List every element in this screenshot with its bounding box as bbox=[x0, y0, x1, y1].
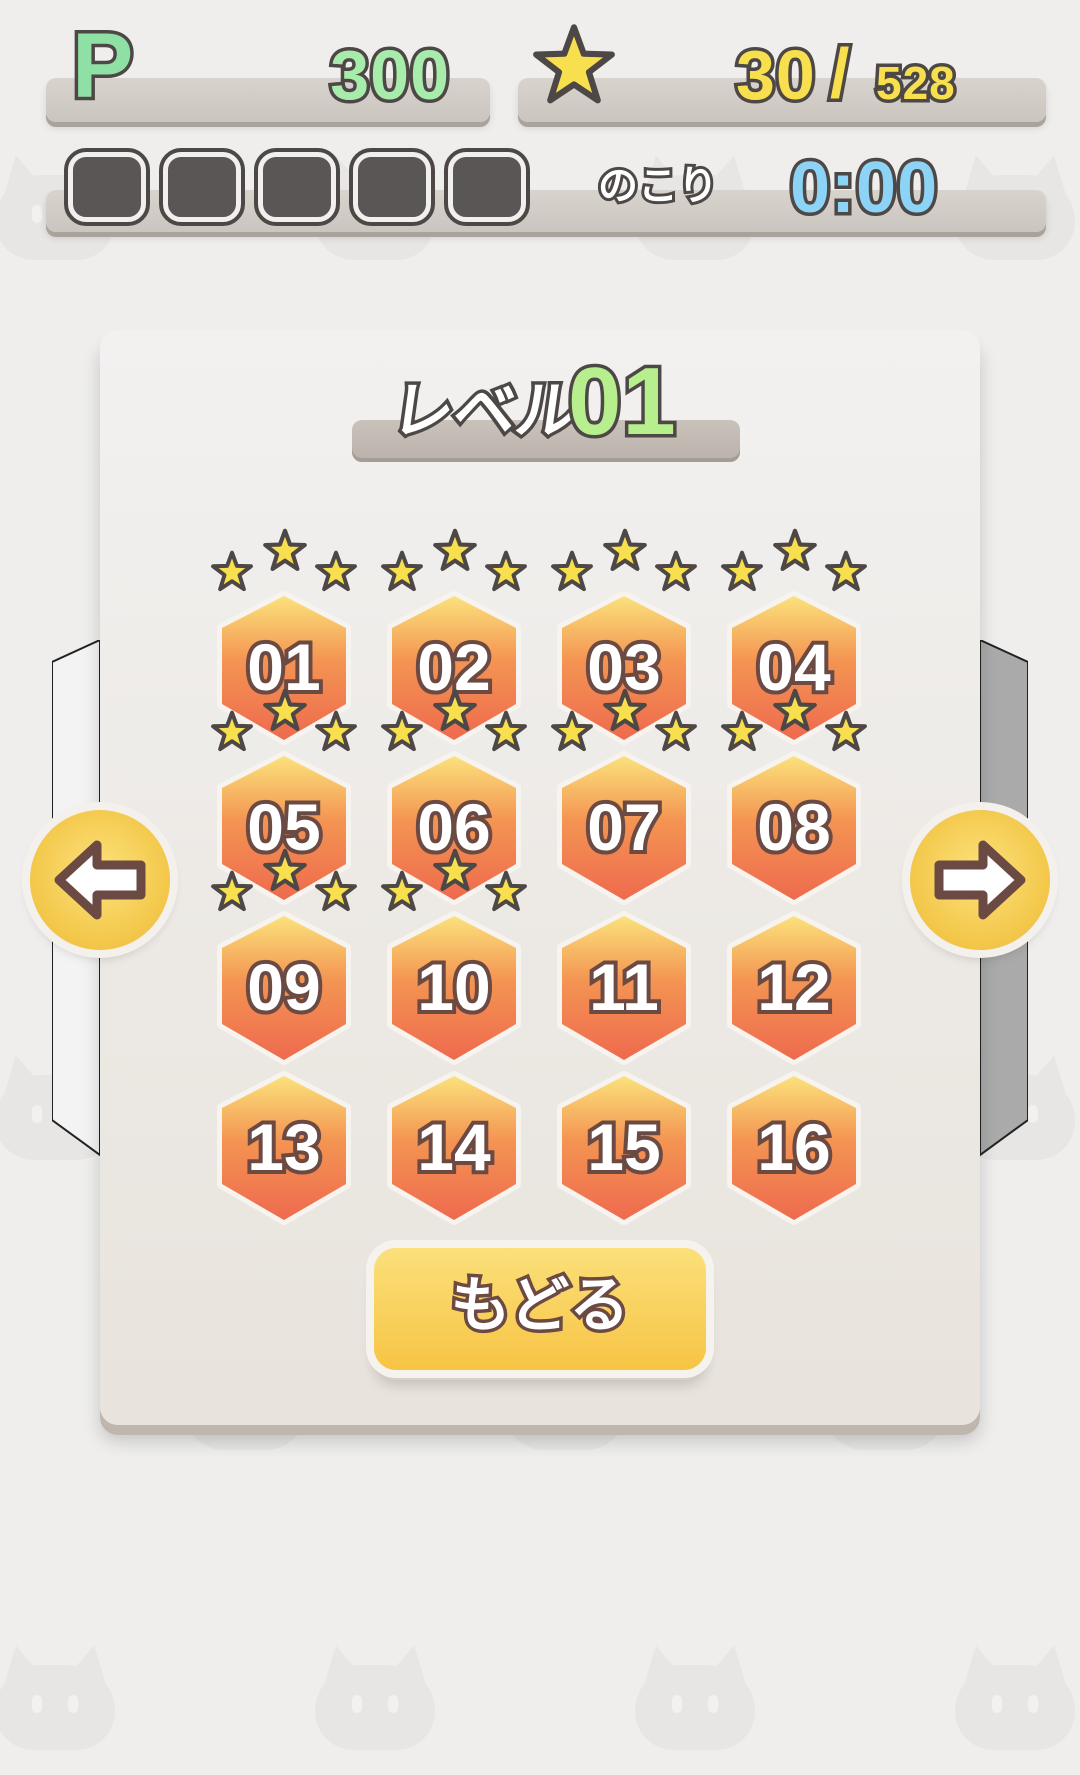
star-icon bbox=[485, 550, 527, 592]
level-tile-number: 14 bbox=[413, 1110, 494, 1184]
star-icon bbox=[315, 870, 357, 912]
level-tile-stars bbox=[546, 680, 702, 752]
star-icon bbox=[485, 710, 527, 752]
level-tile-12[interactable]: 12 bbox=[726, 911, 862, 1065]
level-tile-number: 09 bbox=[243, 950, 324, 1024]
star-icon bbox=[485, 870, 527, 912]
life-slot-empty bbox=[444, 148, 530, 226]
star-icon bbox=[433, 688, 477, 732]
star-icon bbox=[773, 528, 817, 572]
star-icon bbox=[263, 528, 307, 572]
star-icon bbox=[603, 688, 647, 732]
star-icon bbox=[825, 710, 867, 752]
prev-page-button[interactable] bbox=[30, 810, 170, 950]
level-tile-07[interactable]: 07 bbox=[551, 688, 697, 905]
level-tile-08[interactable]: 08 bbox=[721, 688, 867, 905]
background-cat-icon bbox=[620, 1640, 770, 1750]
level-tile-number: 12 bbox=[753, 950, 834, 1024]
level-tile-stars bbox=[376, 680, 532, 752]
star-icon bbox=[263, 848, 307, 892]
star-icon bbox=[773, 688, 817, 732]
remaining-label: のこり bbox=[595, 163, 721, 209]
star-icon bbox=[381, 550, 423, 592]
timer: 0:00 bbox=[786, 148, 940, 228]
star-icon bbox=[211, 550, 253, 592]
back-button[interactable]: もどる bbox=[374, 1248, 706, 1370]
star-icon bbox=[433, 528, 477, 572]
level-tile-10[interactable]: 10 bbox=[381, 848, 527, 1065]
level-tile-09[interactable]: 09 bbox=[211, 848, 357, 1065]
star-icon bbox=[381, 710, 423, 752]
level-tile-stars bbox=[206, 680, 362, 752]
level-tile-stars bbox=[376, 520, 532, 592]
stars-current: 30 bbox=[733, 36, 819, 114]
star-icon bbox=[211, 870, 253, 912]
star-icon bbox=[655, 710, 697, 752]
level-tile-number: 16 bbox=[753, 1110, 834, 1184]
star-icon bbox=[211, 710, 253, 752]
star-icon bbox=[533, 24, 615, 104]
star-icon bbox=[721, 550, 763, 592]
level-tile-number: 07 bbox=[583, 790, 664, 864]
level-tile-stars bbox=[716, 520, 872, 592]
star-icon bbox=[315, 710, 357, 752]
next-page-button[interactable] bbox=[910, 810, 1050, 950]
star-icon bbox=[315, 550, 357, 592]
level-title-word: レベル bbox=[383, 371, 586, 451]
level-tile-13[interactable]: 13 bbox=[216, 1071, 352, 1225]
star-icon bbox=[263, 688, 307, 732]
star-icon bbox=[825, 550, 867, 592]
arrow-right-icon bbox=[934, 840, 1026, 920]
star-icon bbox=[381, 870, 423, 912]
level-title-number: 01 bbox=[565, 348, 680, 455]
level-tile-11[interactable]: 11 bbox=[556, 911, 692, 1065]
life-slot-empty bbox=[349, 148, 435, 226]
star-icon bbox=[721, 710, 763, 752]
star-icon bbox=[551, 710, 593, 752]
background-cat-icon bbox=[940, 1640, 1080, 1750]
star-icon bbox=[603, 528, 647, 572]
level-tile-stars bbox=[206, 520, 362, 592]
level-tile-14[interactable]: 14 bbox=[386, 1071, 522, 1225]
stars-total: 528 bbox=[873, 57, 959, 110]
level-tile-stars bbox=[716, 680, 872, 752]
back-button-label: もどる bbox=[447, 1271, 633, 1341]
star-icon bbox=[655, 550, 697, 592]
stars-separator: / bbox=[826, 34, 853, 112]
level-tile-number: 11 bbox=[585, 950, 663, 1024]
level-tile-number: 15 bbox=[583, 1110, 664, 1184]
life-slot-empty bbox=[254, 148, 340, 226]
arrow-left-icon bbox=[54, 840, 146, 920]
level-tile-stars bbox=[546, 520, 702, 592]
star-icon bbox=[551, 550, 593, 592]
level-tile-stars bbox=[376, 840, 532, 912]
background-cat-icon bbox=[0, 1640, 130, 1750]
level-tile-16[interactable]: 16 bbox=[726, 1071, 862, 1225]
points-label: P bbox=[68, 15, 136, 117]
background-cat-icon bbox=[300, 1640, 450, 1750]
life-slot-empty bbox=[64, 148, 150, 226]
level-tile-stars bbox=[206, 840, 362, 912]
life-slot-empty bbox=[159, 148, 245, 226]
level-tile-number: 10 bbox=[413, 950, 494, 1024]
star-icon bbox=[433, 848, 477, 892]
level-tile-number: 13 bbox=[243, 1110, 324, 1184]
level-tile-number: 08 bbox=[753, 790, 834, 864]
points-value: 300 bbox=[327, 36, 453, 114]
level-tile-15[interactable]: 15 bbox=[556, 1071, 692, 1225]
